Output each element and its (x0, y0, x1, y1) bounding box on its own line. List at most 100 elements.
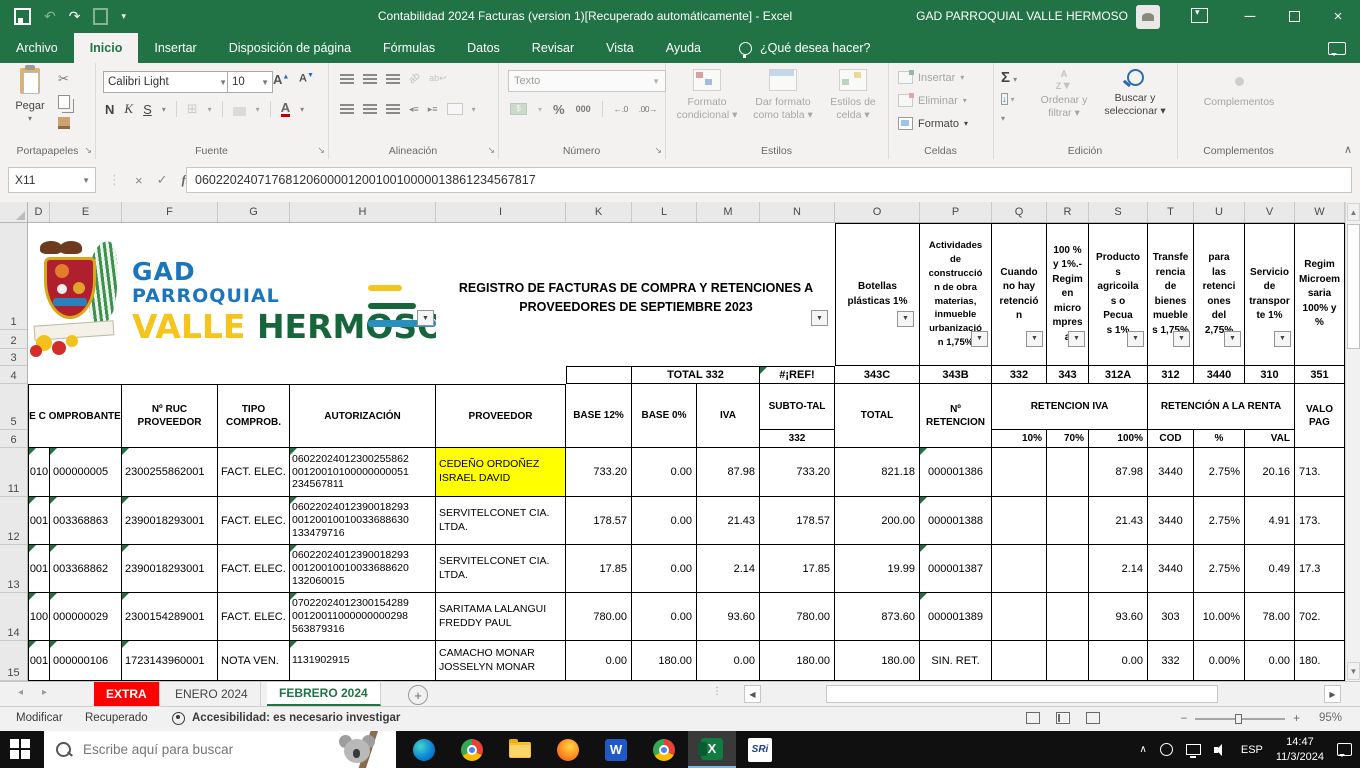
underline-button[interactable]: S (143, 102, 152, 117)
start-button[interactable] (10, 739, 30, 759)
cell-q[interactable] (992, 497, 1047, 545)
filter-dropdown-r[interactable]: ▼ (1068, 331, 1085, 347)
cell-k[interactable]: 17.85 (566, 545, 632, 593)
row-header-13[interactable]: 13 (0, 545, 27, 593)
cell-g[interactable]: FACT. ELEC. (218, 497, 290, 545)
cell-header-U[interactable]: para las retenci ones del 2,75%▼ (1194, 223, 1245, 366)
customize-qat-icon[interactable]: ▾ (121, 5, 126, 27)
tab-archivo[interactable]: Archivo (0, 33, 74, 63)
filter-dropdown-p[interactable]: ▼ (971, 331, 988, 347)
cell-i[interactable]: SERVITELCONET CIA. LTDA. (436, 497, 566, 545)
column-header-V[interactable]: V (1245, 202, 1295, 222)
status-recovered[interactable]: Recuperado (85, 712, 148, 724)
sheet-nav-left-icon[interactable]: ◂ (18, 687, 23, 698)
cell-row4-O[interactable]: 343C (835, 366, 920, 384)
font-color-button[interactable]: A (281, 101, 290, 117)
header-base0[interactable]: BASE 0% (632, 384, 697, 448)
tab-revisar[interactable]: Revisar (516, 33, 590, 63)
zoom-in-icon[interactable]: + (1293, 713, 1300, 725)
column-header-L[interactable]: L (632, 202, 697, 222)
taskbar-chrome-2[interactable] (640, 731, 688, 768)
filter-dropdown-q[interactable]: ▼ (1026, 331, 1043, 347)
cell-n[interactable]: 17.85 (760, 545, 835, 593)
header-base12[interactable]: BASE 12% (566, 384, 632, 448)
header-subtotal-332[interactable]: 332 (760, 430, 835, 448)
row-header-12[interactable]: 12 (0, 497, 27, 545)
cell-row4-U[interactable]: 3440 (1194, 366, 1245, 384)
hscroll-right-icon[interactable]: ▶ (1324, 685, 1341, 703)
orientation-icon[interactable]: ab (407, 71, 423, 87)
header-ruc[interactable]: Nº RUC PROVEEDOR (122, 384, 218, 448)
header-total[interactable]: TOTAL (835, 384, 920, 448)
sheet-nav-right-icon[interactable]: ▸ (42, 687, 47, 698)
cell-f[interactable]: 2300255862001 (122, 448, 218, 497)
cell-u[interactable]: 2.75% (1194, 497, 1245, 545)
cell-d[interactable]: 001 (28, 641, 50, 681)
cell-row4-empty[interactable] (566, 366, 632, 384)
redo-icon[interactable]: ↷ (69, 5, 81, 27)
taskbar-explorer[interactable] (496, 731, 544, 768)
cell-d[interactable]: 010 (28, 448, 50, 497)
cell-row4-W[interactable]: 351 (1295, 366, 1345, 384)
cell-p[interactable]: 000001388 (920, 497, 992, 545)
status-mode[interactable]: Modificar (16, 712, 63, 724)
cell-v[interactable]: 78.00 (1245, 593, 1295, 641)
cell-h[interactable]: 1131902915 (290, 641, 436, 681)
column-header-O[interactable]: O (835, 202, 920, 222)
horizontal-scroll-thumb[interactable] (826, 685, 1218, 703)
cell-s[interactable]: 87.98 (1089, 448, 1148, 497)
column-header-D[interactable]: D (28, 202, 50, 222)
cell-p[interactable]: 000001389 (920, 593, 992, 641)
taskbar-chrome[interactable] (448, 731, 496, 768)
row-header-4[interactable]: 4 (0, 366, 27, 384)
tray-app-icon[interactable] (1160, 743, 1173, 756)
cell-t[interactable]: 3440 (1148, 497, 1194, 545)
cell-i[interactable]: SERVITELCONET CIA. LTDA. (436, 545, 566, 593)
format-as-table-button[interactable]: Dar formato como tabla ▾ (747, 69, 819, 122)
account-avatar[interactable] (1136, 5, 1160, 29)
delete-cells-button[interactable]: Eliminar▾ (898, 94, 967, 107)
column-header-S[interactable]: S (1089, 202, 1148, 222)
search-input[interactable] (81, 741, 305, 758)
scroll-up-icon[interactable]: ▲ (1347, 203, 1360, 221)
cancel-formula-icon[interactable]: × (135, 173, 143, 188)
header-tipo[interactable]: TIPO COMPROB. (218, 384, 290, 448)
align-middle-icon[interactable] (363, 74, 377, 84)
column-header-Q[interactable]: Q (992, 202, 1047, 222)
decrease-indent-icon[interactable]: ◂≡ (409, 104, 419, 115)
header-comprobante[interactable]: E C OMPROBANTE (28, 384, 122, 448)
cell-header-T[interactable]: Transfe rencia de bienes mueble s 1,75%▼ (1148, 223, 1194, 366)
scroll-down-icon[interactable]: ▼ (1347, 662, 1360, 680)
cell-h[interactable]: 06022024012390018293 0012001001003368862… (290, 545, 436, 593)
header-retencion-iva[interactable]: RETENCION IVA (992, 384, 1148, 430)
select-all-corner[interactable] (0, 202, 28, 223)
page-layout-view-icon[interactable] (1056, 712, 1070, 724)
row-header-15[interactable]: 15 (0, 641, 27, 681)
header-iva[interactable]: IVA (697, 384, 760, 448)
cell-e[interactable]: 000000005 (50, 448, 122, 497)
italic-button[interactable]: K (124, 101, 133, 117)
cell-q[interactable] (992, 448, 1047, 497)
ribbon-display-options-icon[interactable] (1191, 8, 1208, 23)
cell-f[interactable]: 2390018293001 (122, 545, 218, 593)
cell-row4-T[interactable]: 312 (1148, 366, 1194, 384)
cell-l[interactable]: 0.00 (632, 593, 697, 641)
cell-p[interactable]: 000001387 (920, 545, 992, 593)
speaker-icon[interactable] (1214, 744, 1228, 756)
cell-v[interactable]: 20.16 (1245, 448, 1295, 497)
filter-dropdown-o[interactable]: ▼ (897, 311, 914, 327)
cell-q[interactable] (992, 641, 1047, 681)
cell-g[interactable]: NOTA VEN. (218, 641, 290, 681)
cell-m[interactable]: 2.14 (697, 545, 760, 593)
find-select-button[interactable]: Buscar y seleccionar ▾ (1097, 69, 1173, 118)
cell-o[interactable]: 200.00 (835, 497, 920, 545)
align-right-icon[interactable] (386, 104, 400, 114)
save-icon[interactable] (14, 8, 31, 25)
cell-m[interactable]: 87.98 (697, 448, 760, 497)
notification-center-icon[interactable] (1337, 743, 1352, 756)
cut-icon[interactable]: ✂ (58, 71, 69, 87)
cell-g[interactable]: FACT. ELEC. (218, 593, 290, 641)
hscroll-left-icon[interactable]: ◀ (744, 685, 761, 703)
increase-indent-icon[interactable]: ▸≡ (428, 104, 438, 115)
cell-v[interactable]: 0.00 (1245, 641, 1295, 681)
